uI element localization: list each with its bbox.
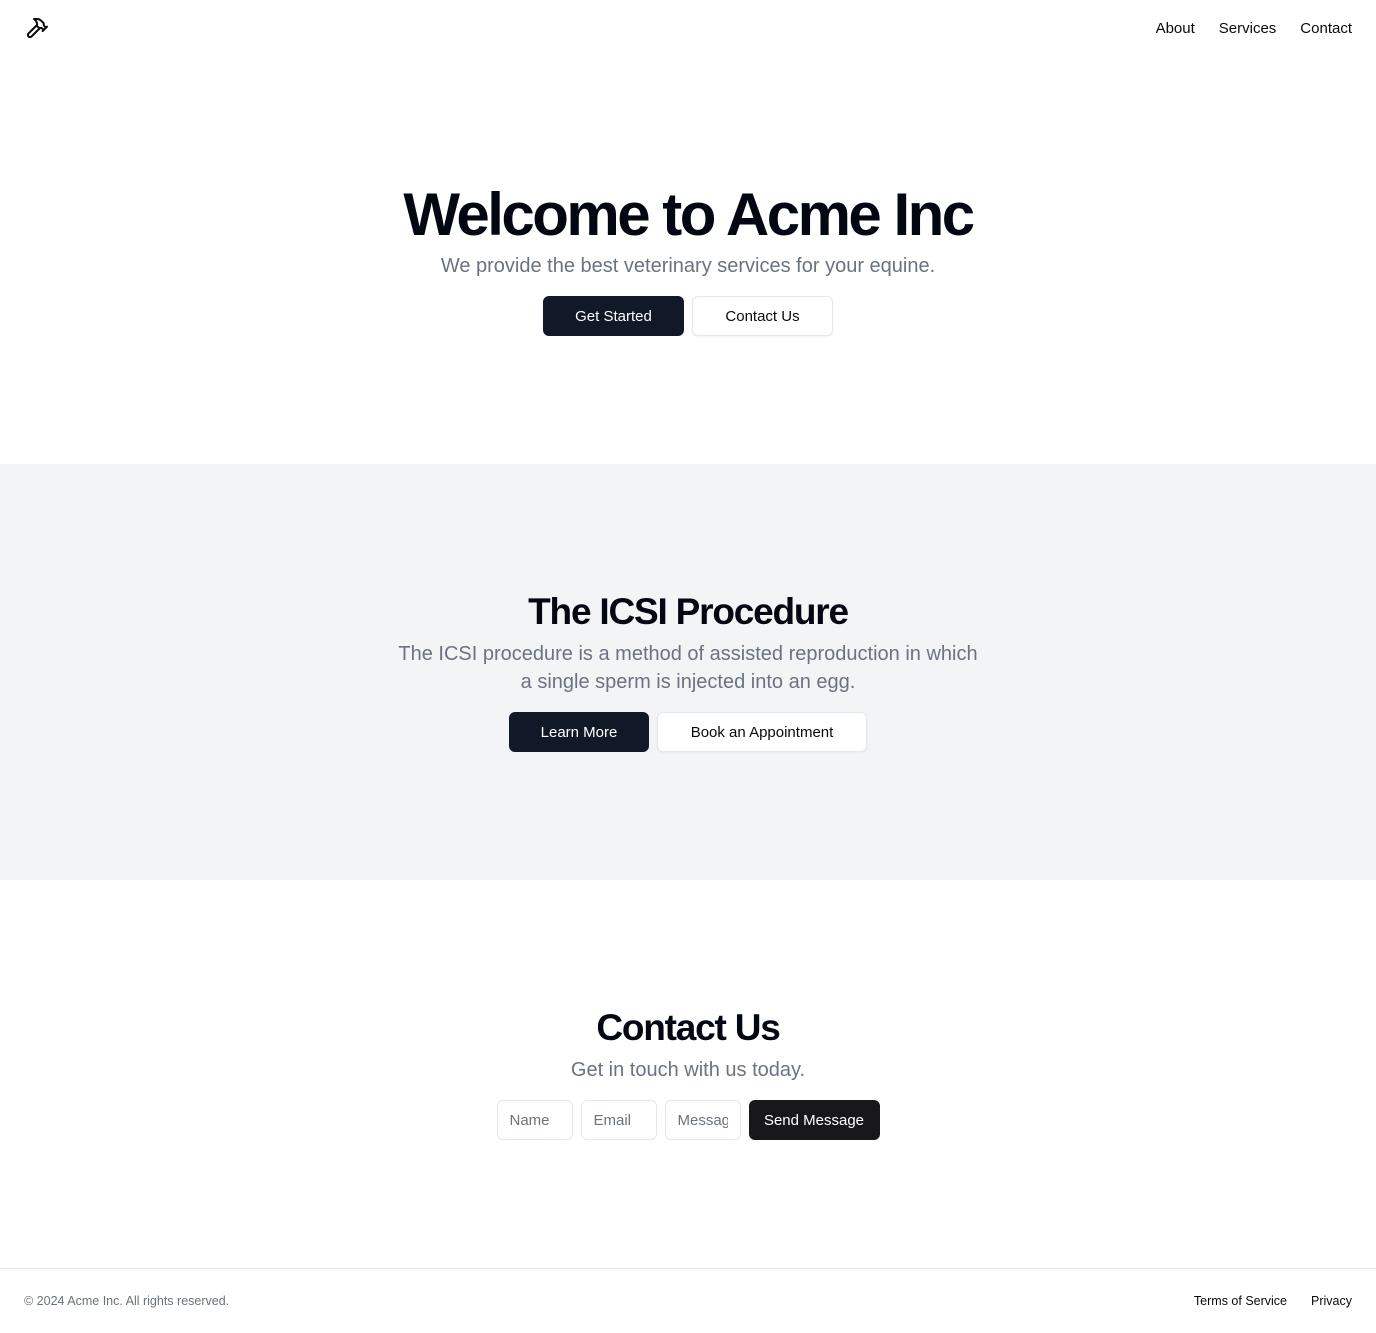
icsi-title: The ICSI Procedure <box>528 591 849 632</box>
name-field[interactable] <box>496 1100 573 1140</box>
icsi-description: The ICSI procedure is a method of assist… <box>398 643 978 693</box>
contact-subtitle: Get in touch with us today. <box>570 1059 806 1081</box>
site-footer: © 2024 Acme Inc. All rights reserved. Te… <box>0 1268 1376 1333</box>
hero-actions: Get Started Contact Us <box>0 296 1376 336</box>
footer-link-terms[interactable]: Terms of Service <box>1194 1294 1287 1308</box>
footer-link-privacy[interactable]: Privacy <box>1311 1294 1352 1308</box>
main-nav: About Services Contact <box>1156 20 1352 37</box>
site-header: About Services Contact <box>0 0 1376 56</box>
contact-section: Contact Us Get in touch with us today. S… <box>0 880 1376 1268</box>
icsi-actions: Learn More Book an Appointment <box>0 712 1376 752</box>
hero-subtitle: We provide the best veterinary services … <box>440 255 936 277</box>
learn-more-button[interactable]: Learn More <box>509 712 649 752</box>
contact-form: Send Message <box>0 1100 1376 1140</box>
message-field[interactable] <box>664 1100 741 1140</box>
send-message-button[interactable]: Send Message <box>748 1100 880 1140</box>
nav-link-services[interactable]: Services <box>1219 20 1277 37</box>
hammer-icon[interactable] <box>24 15 50 41</box>
footer-nav: Terms of Service Privacy <box>1194 1294 1352 1308</box>
get-started-button[interactable]: Get Started <box>543 296 684 336</box>
nav-link-contact[interactable]: Contact <box>1300 20 1352 37</box>
email-field[interactable] <box>580 1100 657 1140</box>
book-appointment-button[interactable]: Book an Appointment <box>657 712 867 752</box>
hero-title: Welcome to Acme Inc <box>403 181 975 248</box>
icsi-section: The ICSI Procedure The ICSI procedure is… <box>0 464 1376 880</box>
copyright-text: © 2024 Acme Inc. All rights reserved. <box>24 1294 230 1308</box>
hero-section: Welcome to Acme Inc We provide the best … <box>0 56 1376 464</box>
contact-us-button[interactable]: Contact Us <box>692 296 833 336</box>
contact-title: Contact Us <box>596 1007 781 1048</box>
nav-link-about[interactable]: About <box>1156 20 1195 37</box>
